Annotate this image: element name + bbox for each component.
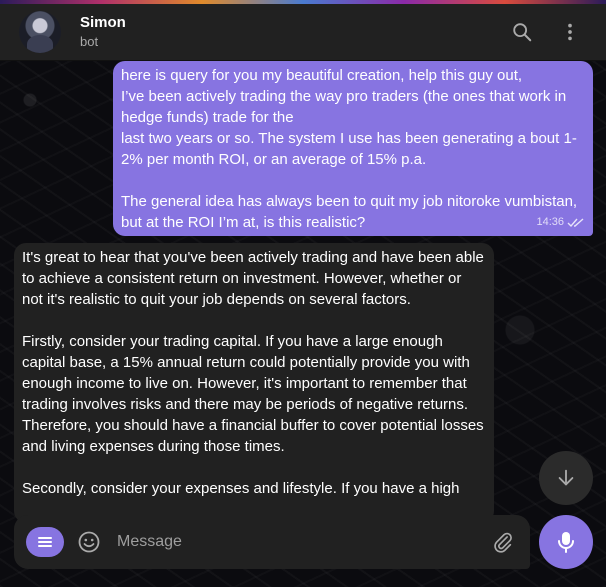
chat-subtitle: bot	[80, 34, 99, 49]
chat-header: Simon bot	[0, 4, 606, 61]
message-line: The general idea has always been to quit…	[121, 193, 582, 231]
more-button[interactable]	[556, 18, 584, 46]
paperclip-icon	[494, 532, 512, 553]
double-check-icon	[567, 217, 584, 227]
message-paragraph: Secondly, consider your expenses and lif…	[22, 480, 460, 497]
search-icon	[513, 23, 532, 42]
incoming-message[interactable]: It's great to hear that you've been acti…	[14, 243, 494, 523]
message-line: I’ve been actively trading the way pro t…	[121, 88, 571, 126]
emoji-button[interactable]	[76, 529, 102, 555]
message-line	[121, 170, 583, 191]
bot-menu-button[interactable]	[26, 527, 64, 557]
voice-message-button[interactable]	[539, 515, 593, 569]
message-paragraph: It's great to hear that you've been acti…	[22, 249, 484, 308]
avatar[interactable]	[19, 11, 61, 53]
emoji-icon	[78, 531, 100, 553]
attach-button[interactable]	[490, 529, 516, 555]
message-input[interactable]	[117, 527, 477, 557]
message-paragraph: Firstly, consider your trading capital. …	[22, 333, 484, 455]
message-time: 14:36	[536, 216, 564, 228]
search-button[interactable]	[508, 18, 536, 46]
arrow-down-icon	[558, 469, 574, 486]
more-vertical-icon	[568, 23, 572, 41]
microphone-icon	[558, 532, 574, 553]
message-composer	[14, 515, 530, 569]
scroll-to-bottom-button[interactable]	[539, 451, 593, 505]
message-line: last two years or so. The system I use h…	[121, 130, 577, 168]
message-meta: 14:36	[536, 212, 585, 233]
chat-title[interactable]: Simon	[80, 14, 126, 31]
outgoing-message[interactable]: here is query for you my beautiful creat…	[113, 61, 593, 236]
menu-icon	[38, 537, 52, 547]
message-line: here is query for you my beautiful creat…	[121, 67, 523, 84]
